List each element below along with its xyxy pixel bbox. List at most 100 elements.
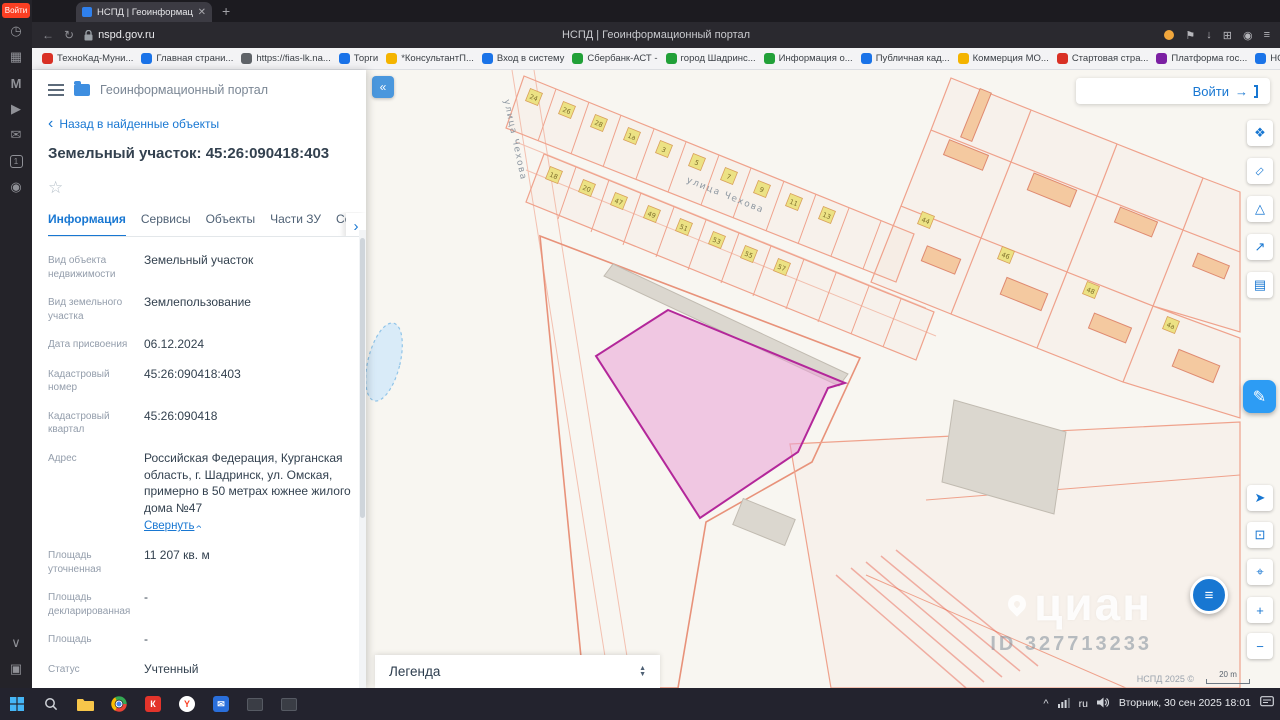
field-row: Дата присвоения06.12.2024 — [48, 336, 352, 353]
measure-area-icon[interactable]: △ — [1247, 196, 1273, 222]
chevron-icon[interactable]: ∨ — [0, 630, 32, 656]
bookmark-favicon — [386, 53, 397, 64]
start-button[interactable] — [0, 688, 34, 720]
tab-title: НСПД | Геоинформаци — [97, 7, 193, 18]
legend-expand-icon: ▲▼ — [639, 666, 646, 678]
favorite-star-icon[interactable]: ☆ — [48, 178, 350, 198]
messenger-icon[interactable]: ✉ — [0, 122, 32, 148]
field-row-address: Адрес Российская Федерация, Курганская о… — [48, 450, 352, 535]
tab-objects[interactable]: Объекты — [206, 212, 256, 236]
video-icon[interactable]: ▶ — [0, 96, 32, 122]
bookmark-favicon — [482, 53, 493, 64]
file-explorer-icon[interactable] — [68, 688, 102, 720]
identify-icon[interactable]: ⌖ — [1247, 559, 1273, 585]
network-icon[interactable] — [1058, 695, 1070, 713]
chat-feedback-button[interactable]: ≡ — [1190, 576, 1228, 614]
bookmark-item[interactable]: город Шадринс... — [662, 51, 760, 66]
share-icon[interactable]: ↗ — [1247, 234, 1273, 260]
window-app-icon[interactable] — [272, 688, 306, 720]
bookmark-item[interactable]: Сбербанк-АСТ - — [568, 51, 661, 66]
locate-icon[interactable]: ➤ — [1247, 485, 1273, 511]
bookmark-item[interactable]: *КонсультантП... — [382, 51, 478, 66]
browser-chrome-icon[interactable] — [102, 688, 136, 720]
bookmark-item[interactable]: ТехноКад-Муни... — [38, 51, 137, 66]
panel-tabs: Информация Сервисы Объекты Части ЗУ Сост… — [48, 212, 366, 237]
print-icon[interactable]: ▤ — [1247, 272, 1273, 298]
tab-services[interactable]: Сервисы — [141, 212, 191, 236]
legend-toggle[interactable]: Легенда ▲▼ — [375, 655, 660, 688]
bookmark-item[interactable]: Главная страни... — [137, 51, 237, 66]
lock-icon — [84, 30, 93, 41]
extensions-icon[interactable]: ⊞ — [1223, 29, 1232, 42]
new-tab-button[interactable]: + — [222, 3, 230, 19]
volume-icon[interactable] — [1097, 695, 1110, 713]
bookmark-favicon — [861, 53, 872, 64]
notification-center-icon[interactable] — [1260, 695, 1274, 713]
field-row: Кадастровый квартал45:26:090418 — [48, 408, 352, 437]
taskbar: К Y ✉ ^ ru Вторник, 30 сен 2025 18:01 — [0, 688, 1280, 720]
archive-icon[interactable]: ▣ — [0, 656, 32, 682]
collapse-address-link[interactable]: Свернуть — [144, 520, 194, 532]
window-app-icon[interactable] — [238, 688, 272, 720]
zoom-out-button[interactable]: − — [1247, 633, 1273, 659]
bookmark-item[interactable]: Торги — [335, 51, 382, 66]
bookmark-item[interactable]: Платформа гос... — [1152, 51, 1251, 66]
yandex-browser-icon[interactable]: Y — [170, 688, 204, 720]
zoom-in-button[interactable]: + — [1247, 597, 1273, 623]
reload-icon[interactable]: ↻ — [64, 28, 74, 42]
extent-icon[interactable]: ⊡ — [1247, 522, 1273, 548]
tab-strip: НСПД | Геоинформаци ✕ + — [32, 0, 1280, 22]
notes-icon[interactable]: 1 — [0, 148, 32, 174]
measure-distance-icon[interactable]: ▭ — [1247, 158, 1273, 184]
url-box[interactable]: nspd.gov.ru — [84, 29, 155, 41]
gmail-icon[interactable]: M — [0, 70, 32, 96]
back-to-results-link[interactable]: ‹ Назад в найденные объекты — [48, 117, 350, 131]
layers-icon[interactable]: ❖ — [1247, 120, 1273, 146]
panel-scrollbar[interactable] — [360, 238, 365, 518]
profile-icon[interactable]: ◉ — [1243, 29, 1253, 42]
clock[interactable]: Вторник, 30 сен 2025 18:01 — [1119, 698, 1251, 710]
menu-icon[interactable]: ≡ — [1264, 29, 1270, 41]
browser-login-button[interactable]: Войти — [2, 3, 30, 18]
bookmark-favicon — [241, 53, 252, 64]
panels-icon[interactable]: ▦ — [0, 44, 32, 70]
bookmark-item[interactable]: НСПД — [1251, 51, 1280, 66]
menu-hamburger-icon[interactable] — [48, 84, 64, 96]
browser-tab[interactable]: НСПД | Геоинформаци ✕ — [76, 2, 212, 22]
field-row: Площадь декларированная- — [48, 589, 352, 618]
downloads-icon[interactable]: ↓ — [1206, 29, 1212, 41]
address-bar: ← ↻ nspd.gov.ru НСПД | Геоинформационный… — [32, 22, 1280, 48]
draw-tool-icon[interactable]: ✎ — [1243, 380, 1276, 413]
page-title: НСПД | Геоинформационный портал — [562, 29, 750, 41]
search-icon[interactable] — [34, 688, 68, 720]
object-info-panel: Геоинформационный портал ‹ Назад в найде… — [32, 70, 366, 688]
bookmark-item[interactable]: Стартовая стра... — [1053, 51, 1153, 66]
language-indicator[interactable]: ru — [1079, 698, 1088, 710]
mail-app-icon[interactable]: ✉ — [204, 688, 238, 720]
cadastral-map[interactable]: 24 26 28 1а 3 5 7 9 11 13 18 20 47 49 51… — [366, 70, 1280, 688]
bookmark-item[interactable]: https://fias-lk.na... — [237, 51, 334, 66]
bookmark-favicon — [141, 53, 152, 64]
collapse-caret-icon: › — [192, 525, 207, 529]
map-login-button[interactable]: Войти → — [1076, 78, 1270, 104]
history-icon[interactable]: ◷ — [0, 18, 32, 44]
tab-information[interactable]: Информация — [48, 212, 126, 237]
tab-favicon — [82, 7, 92, 17]
bookmark-item[interactable]: Вход в систему — [478, 51, 569, 66]
back-icon[interactable]: ← — [42, 28, 54, 42]
bookmark-flag-icon[interactable]: ⚑ — [1185, 29, 1195, 42]
bookmark-item[interactable]: Коммерция МО... — [954, 51, 1053, 66]
camera-icon[interactable]: ◉ — [0, 174, 32, 200]
bookmark-item[interactable]: Публичная кад... — [857, 51, 954, 66]
extension-icon[interactable] — [1164, 30, 1174, 40]
map-canvas[interactable]: 24 26 28 1а 3 5 7 9 11 13 18 20 47 49 51… — [366, 70, 1280, 688]
consultant-app-icon[interactable]: К — [136, 688, 170, 720]
bookmark-item[interactable]: Информация о... — [760, 51, 857, 66]
portal-title: Геоинформационный портал — [100, 83, 268, 97]
address-value: Российская Федерация, Курганская область… — [144, 451, 351, 515]
panel-collapse-button[interactable]: « — [372, 76, 394, 98]
tray-expand-icon[interactable]: ^ — [1043, 698, 1048, 710]
tab-parts[interactable]: Части ЗУ — [270, 212, 321, 236]
bookmark-favicon — [1156, 53, 1167, 64]
tab-close-icon[interactable]: ✕ — [198, 7, 206, 18]
